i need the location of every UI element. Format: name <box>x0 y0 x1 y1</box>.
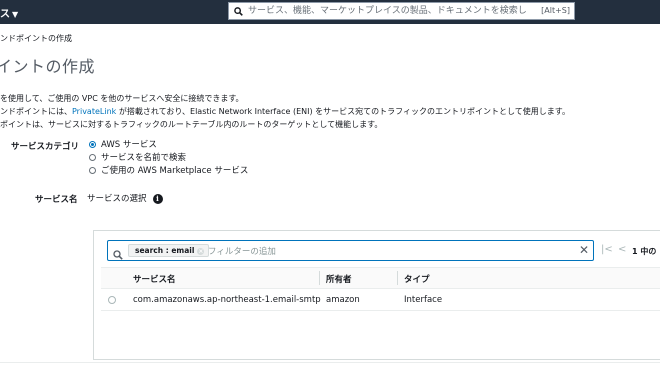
radio-aws-services[interactable]: AWS サービス <box>89 138 157 150</box>
service-select-text: サービスの選択 <box>87 194 147 204</box>
search-shortcut-hint: [Alt+S] <box>541 6 570 15</box>
info-icon[interactable]: i <box>152 194 163 204</box>
radio-button-checked[interactable] <box>89 141 96 148</box>
service-name-value: サービスの選択 i <box>87 192 163 204</box>
global-search-placeholder: サービス、機能、マーケットプレイスの製品、ドキュメントを検索し <box>248 6 527 16</box>
radio-find-by-name-label: サービスを名前で検索 <box>101 153 187 163</box>
table-header: サービス名 所有者 タイプ <box>101 267 660 289</box>
top-navigation-bar: ス ▼ サービス、機能、マーケットプレイスの製品、ドキュメントを検索し [Alt+… <box>0 0 660 24</box>
service-category-label: サービスカテゴリ <box>11 142 80 152</box>
filter-token[interactable]: search : email × <box>128 244 210 257</box>
description-line-3: ポイントは、サービスに対するトラフィックのルートテーブル内のルートのターゲットと… <box>0 120 383 129</box>
description-line-2-suffix: が搭載されており、Elastic Network Interface (ENI)… <box>116 107 570 116</box>
privatelink-link[interactable]: PrivateLink <box>72 107 116 116</box>
filter-token-label: search : email <box>135 246 195 255</box>
previous-page-icon[interactable]: < <box>618 244 626 255</box>
caret-down-icon: ▼ <box>12 10 19 19</box>
radio-button[interactable] <box>89 154 96 161</box>
column-header-type[interactable]: タイプ <box>404 273 430 285</box>
column-header-service-name[interactable]: サービス名 <box>133 273 176 285</box>
service-name-label: サービス名 <box>35 195 78 205</box>
table-row[interactable]: com.amazonaws.ap-northeast-1.email-smtp … <box>101 290 660 311</box>
column-divider[interactable] <box>397 271 398 285</box>
page-info: 1 中の <box>632 247 657 256</box>
radio-button[interactable] <box>89 167 96 174</box>
filter-input[interactable]: search : email × フィルターの追加 ✕ <box>107 240 594 261</box>
breadcrumb: ンドポイントの作成 <box>0 34 72 43</box>
radio-find-by-name[interactable]: サービスを名前で検索 <box>89 151 186 163</box>
radio-marketplace-services[interactable]: ご使用の AWS Marketplace サービス <box>89 164 248 176</box>
clear-filter-icon[interactable]: ✕ <box>579 243 589 257</box>
column-divider[interactable] <box>319 271 320 285</box>
divider <box>0 362 660 363</box>
description-line-2-prefix: ンドポイントには、 <box>0 107 72 116</box>
row-select-radio[interactable] <box>108 296 116 304</box>
cell-service-name: com.amazonaws.ap-northeast-1.email-smtp <box>133 295 321 305</box>
services-label: ス <box>0 9 10 20</box>
cell-type: Interface <box>404 295 443 305</box>
description-line-2: ンドポイントには、PrivateLink が搭載されており、Elastic Ne… <box>0 106 570 117</box>
page-title: イントの作成 <box>0 57 96 76</box>
filter-placeholder: フィルターの追加 <box>208 247 276 257</box>
column-header-owner[interactable]: 所有者 <box>326 273 352 285</box>
description-line-1: を使用して、ご使用の VPC を他のサービスへ安全に接続できます。 <box>0 94 244 103</box>
services-menu[interactable]: ス ▼ <box>0 5 18 20</box>
radio-aws-services-label: AWS サービス <box>101 140 157 150</box>
remove-token-icon[interactable]: × <box>197 248 205 255</box>
global-search-input[interactable]: サービス、機能、マーケットプレイスの製品、ドキュメントを検索し [Alt+S] <box>228 2 575 20</box>
search-icon <box>234 6 243 19</box>
search-icon <box>113 245 123 264</box>
cell-owner: amazon <box>326 295 360 305</box>
radio-marketplace-services-label: ご使用の AWS Marketplace サービス <box>101 166 249 176</box>
first-page-icon[interactable]: |< <box>601 244 613 255</box>
